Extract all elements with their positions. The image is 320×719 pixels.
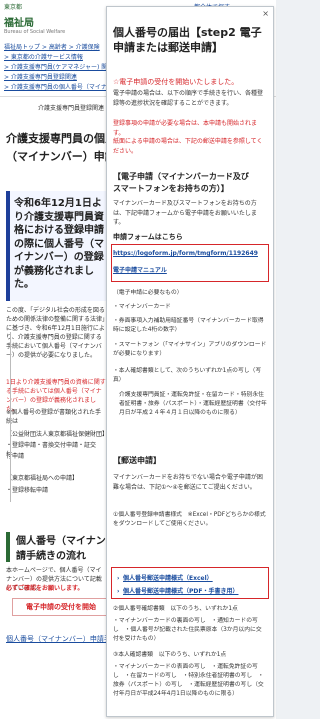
bullet-icon: › — [117, 575, 120, 582]
vertical-guide — [10, 332, 11, 502]
breadcrumb-4[interactable]: > 介護支援専門員登録関連 — [4, 72, 77, 81]
section2-title: 個人番号（マイナン 請手続きの流れ — [6, 532, 120, 562]
manual-link[interactable]: 電子申請マニュアル — [113, 265, 267, 274]
popup-title-line-1: 個人番号の届出【step2 電子 — [113, 26, 262, 39]
body-bureau: 【東京都福祉局への申請】 — [6, 475, 79, 482]
e-section-heading: 【電子申請（マイナンバーカード及び スマートフォンをお持ちの方）】 — [113, 171, 267, 195]
site-name: 福祉局 — [4, 18, 34, 29]
site-tagline: Bureau of Social Welfare — [4, 29, 66, 35]
tab-label-1[interactable]: 介護支援専門員登録関連 — [38, 103, 104, 112]
ereq-text-1: 電子申請の場合は、以下の順序で手続きを行い、各種登録等の進捗状況を確認することが… — [113, 90, 264, 107]
popup-panel: × 個人番号の届出【step2 電子 申請または郵送申請】 ☆電子申請の受付を開… — [106, 6, 274, 717]
close-icon[interactable]: × — [262, 9, 269, 18]
download-pdf-link[interactable]: › 個人番号郵送申請様式（PDF・手書き用） — [117, 586, 271, 595]
e-section-text: マイナンバーカード及びスマートフォンをお持ちの方は、下記申請フォームから電子申請… — [113, 200, 257, 227]
notice-text: 令和6年12月1日より介護支援専門員資格における登録申請の際に個人番号（マイナン… — [14, 198, 104, 290]
ereq-text-2: 登録事項の申請が必要な場合は、本申請も開始されます。 — [113, 120, 258, 137]
section2-title-line-2: 請手続きの流れ — [16, 551, 86, 562]
need-label: （電子申請に必要なもの） — [113, 290, 183, 296]
page-title-line-2: （マイナンバー）申請 — [6, 150, 116, 163]
body-paragraph-1: この度、「デジタル社会の形成を図るための関係法律の整備に関する法律」に基づき、令… — [6, 307, 106, 359]
download-excel-link[interactable]: › 個人番号郵送申請様式（Excel） — [117, 573, 271, 582]
site-title[interactable]: 福祉局 Bureau of Social Welfare — [4, 14, 65, 35]
after-item-2: ・マイナンバーカードの裏面の写し ・通知カードの写し ・個人番号が記載された住民… — [113, 618, 262, 642]
after-item-1: ②個人番号確認書類 以下のうち、いずれか1点 — [113, 606, 238, 612]
mail-text: マイナンバーカードをお持ちでない場合や電子申請が困難な場合は、下記①〜④を郵送に… — [113, 474, 263, 491]
ereq-heading: ☆電子申請の受付を開始いたしました。 — [113, 78, 239, 86]
breadcrumb-1[interactable]: 福祉局トップ > 高齢者 > 介護保険 — [4, 42, 100, 51]
need-item-5: 介護支援専門員証・運転免許証・在留カード・特別永住者証明書・旅券（パスポート）・… — [119, 392, 267, 416]
need-item-2: ・券面事項入力補助用暗証番号（マイナンバーカード取得時に設定した4桁の数字） — [113, 318, 264, 333]
after-item-3: ③本人確認書類 以下のうち、いずれか1点 — [113, 652, 227, 658]
download-excel-label: 個人番号郵送申請様式（Excel） — [123, 575, 213, 582]
body-transfer: ・登録移転申請 — [6, 487, 49, 494]
ereq-text-3: 紙面による申請の場合は、下記の郵送申請を参照してください。 — [113, 138, 263, 155]
section2-text-2: 必ずご確認をお願いします。 — [6, 585, 84, 592]
download-pdf-label: 個人番号郵送申請様式（PDF・手書き用） — [123, 588, 239, 595]
need-item-1: ・マイナンバーカード — [113, 304, 171, 310]
form-label: 申請フォームはこちら — [113, 233, 183, 241]
need-item-4: ・本人確認書類として、次のうちいずれか1点の写し（写真） — [113, 368, 262, 383]
procedure-link[interactable]: 個人番号（マイナンバー）申請手続 — [6, 634, 118, 644]
e-application-button[interactable]: 電子申請の受付を開始 — [12, 598, 110, 616]
need-item-3: ・スマートフォン（「マイナサイン」アプリのダウンロードが必要になります） — [113, 342, 267, 357]
breadcrumb-3[interactable]: > 介護支援専門員(ケアマネジャー) 関連 — [4, 62, 113, 71]
page-title-line-1: 介護支援専門員の個人 — [6, 132, 116, 145]
e-section-heading-line-2: スマートフォンをお持ちの方）】 — [113, 184, 229, 193]
breadcrumb-2[interactable]: > 東京都の介護サービス情報 — [4, 52, 83, 61]
notice-box: 令和6年12月1日より介護支援専門員資格における登録申請の際に個人番号（マイナン… — [6, 191, 114, 301]
mail-heading: 【郵送申請】 — [113, 456, 161, 465]
after-item-4: ・マイナンバーカードの表面の写し ・運転免許証の写し ・在留カードの写し ・特別… — [113, 664, 264, 697]
popup-title: 個人番号の届出【step2 電子 申請または郵送申請】 — [113, 25, 267, 56]
mail-item-1: ①個人番号登録申請書様式 ※Excel・PDFどちらかの様式をダウンロードしてご… — [113, 512, 266, 527]
section2-title-line-1: 個人番号（マイナン — [16, 536, 106, 547]
e-section-heading-line-1: 【電子申請（マイナンバーカード及び — [113, 172, 249, 181]
popup-title-line-2: 申請または郵送申請】 — [113, 41, 223, 55]
body-org: 【公益財団法人東京都福祉保健財団】 — [6, 431, 109, 438]
bullet-icon: › — [117, 588, 120, 595]
tokyo-logo: 東京都 — [4, 4, 23, 11]
body-items-2: 付申請 — [6, 453, 25, 460]
body-note: ※個人番号の登録が書類化された手続は — [6, 409, 102, 425]
form-url-link[interactable]: https://logoform.jp/form/tmgform/1192649 — [113, 250, 267, 257]
